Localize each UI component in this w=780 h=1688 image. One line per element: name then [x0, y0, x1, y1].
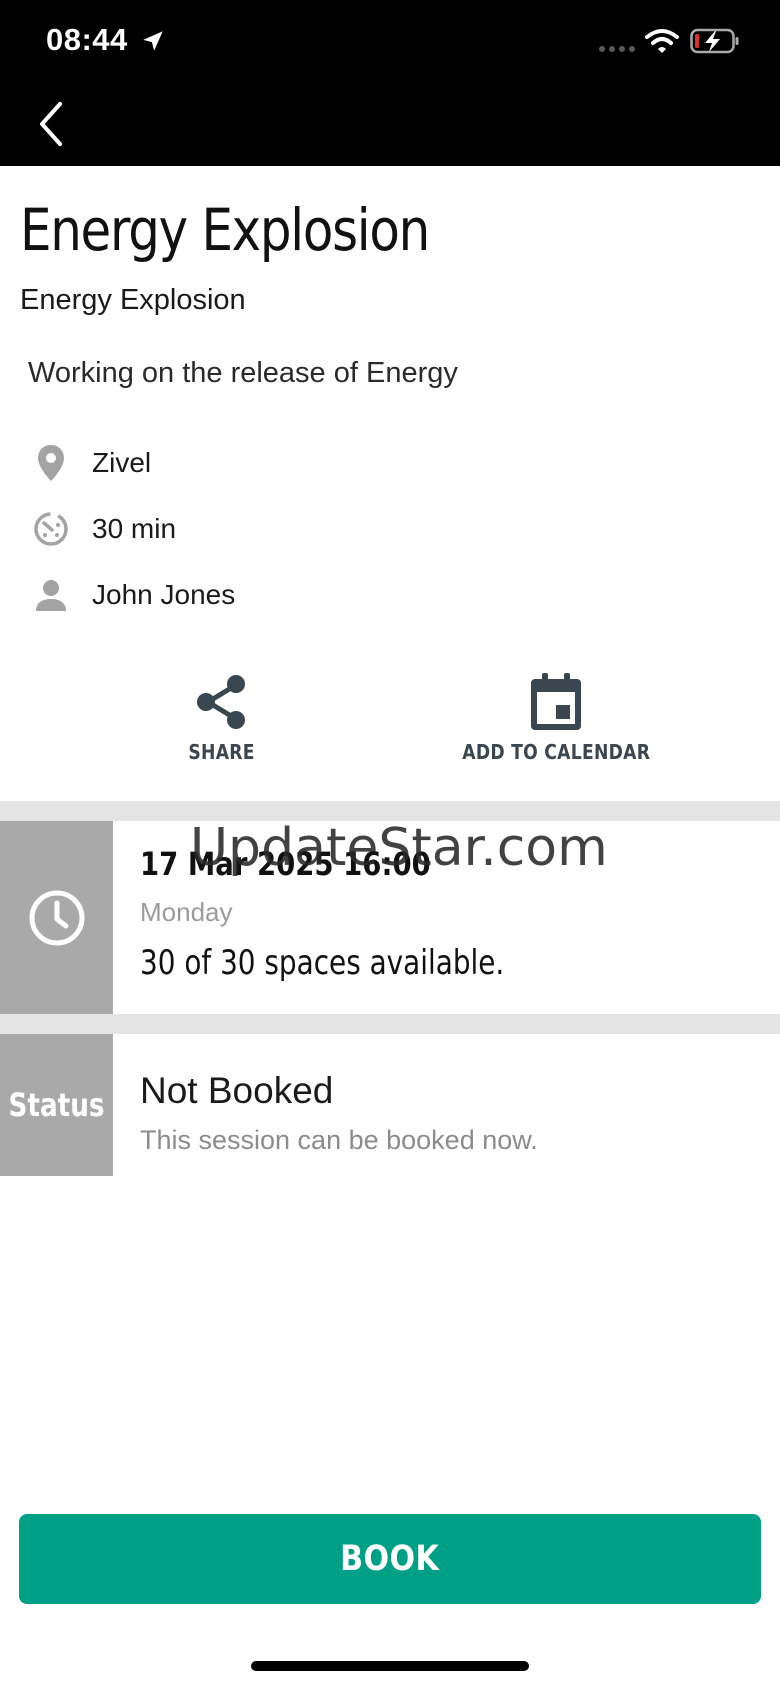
duration-row: 30 min	[32, 507, 176, 551]
wifi-icon	[645, 29, 679, 53]
booking-status: Not Booked	[140, 1070, 334, 1111]
location-row: Zivel	[32, 441, 151, 485]
session-spaces: 30 of 30 spaces available.	[140, 943, 505, 983]
session-time-block	[0, 821, 113, 1014]
status-block: Status	[0, 1034, 113, 1176]
home-indicator	[251, 1661, 529, 1671]
instructor-row: John Jones	[32, 573, 235, 617]
add-to-calendar-button[interactable]: ADD TO CALENDAR	[446, 672, 666, 764]
page-title: Energy Explosion	[20, 196, 430, 264]
share-button[interactable]: SHARE	[172, 672, 272, 764]
location-pin-icon	[32, 444, 70, 482]
share-icon	[197, 675, 245, 729]
book-button[interactable]: BOOK	[19, 1514, 761, 1604]
divider	[0, 1014, 780, 1034]
back-button[interactable]	[30, 98, 78, 150]
location-text: Zivel	[92, 447, 152, 478]
add-to-calendar-label: ADD TO CALENDAR	[462, 740, 650, 764]
book-button-label: BOOK	[340, 1539, 440, 1579]
location-arrow-icon	[143, 31, 163, 51]
instructor-text: John Jones	[92, 579, 236, 610]
top-bar: 08:44	[0, 0, 780, 166]
timer-icon	[32, 510, 70, 548]
status-side-label: Status	[8, 1086, 105, 1124]
watermark: UpdateStar.com	[190, 818, 608, 878]
booking-status-description: This session can be booked now.	[140, 1125, 538, 1155]
person-icon	[32, 576, 70, 614]
status-time: 08:44	[46, 22, 128, 57]
calendar-icon	[531, 673, 581, 730]
battery-charging-icon	[690, 28, 739, 54]
session-description: Working on the release of Energy	[28, 357, 458, 389]
duration-text: 30 min	[92, 513, 177, 544]
signal-icon	[599, 46, 635, 52]
share-label: SHARE	[188, 740, 256, 764]
clock-icon	[29, 890, 84, 945]
session-day: Monday	[140, 897, 233, 927]
page-subtitle: Energy Explosion	[20, 284, 246, 316]
